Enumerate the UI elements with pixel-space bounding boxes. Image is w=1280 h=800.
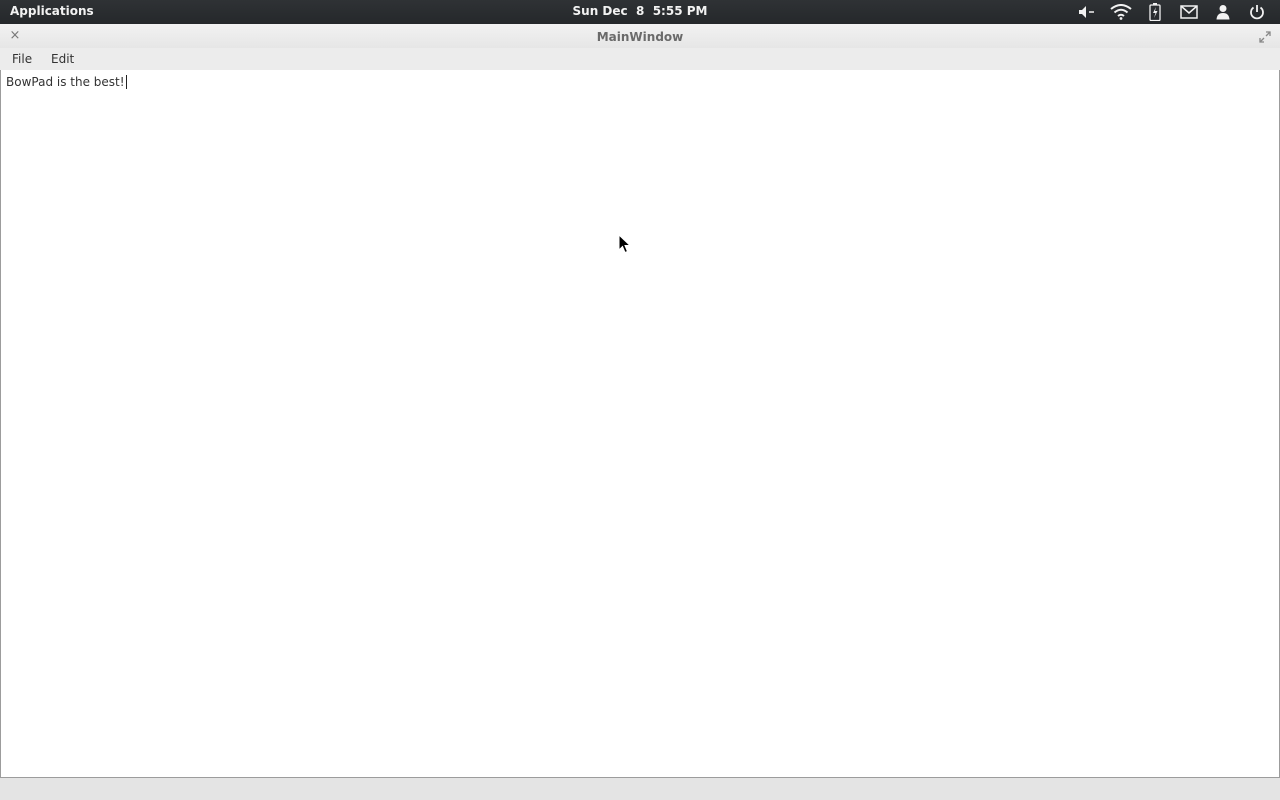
menu-edit[interactable]: Edit bbox=[49, 51, 76, 67]
session-indicator[interactable] bbox=[1240, 0, 1274, 24]
power-icon bbox=[1250, 5, 1264, 20]
volume-muted-icon bbox=[1079, 6, 1094, 18]
wifi-icon bbox=[1110, 4, 1132, 20]
main-window: × MainWindow File Edit BowPad is the bes… bbox=[0, 24, 1280, 800]
text-caret bbox=[125, 75, 127, 89]
restore-icon bbox=[1259, 31, 1271, 43]
mail-icon bbox=[1180, 5, 1198, 19]
status-bar bbox=[0, 778, 1280, 800]
messages-indicator[interactable] bbox=[1172, 0, 1206, 24]
text-editor[interactable]: BowPad is the best! bbox=[0, 70, 1280, 778]
user-indicator[interactable] bbox=[1206, 0, 1240, 24]
editor-text: BowPad is the best! bbox=[6, 75, 125, 89]
indicator-area bbox=[1070, 0, 1274, 24]
menu-file[interactable]: File bbox=[10, 51, 34, 67]
network-indicator[interactable] bbox=[1104, 0, 1138, 24]
window-titlebar[interactable]: × MainWindow bbox=[0, 24, 1280, 48]
top-panel: Applications Sun Dec 8 5:55 PM bbox=[0, 0, 1280, 24]
clock[interactable]: Sun Dec 8 5:55 PM bbox=[573, 4, 708, 18]
maximize-button[interactable] bbox=[1258, 29, 1272, 43]
user-icon bbox=[1216, 5, 1230, 20]
menu-bar: File Edit bbox=[0, 48, 1280, 71]
power-status-indicator[interactable] bbox=[1138, 0, 1172, 24]
applications-menu[interactable]: Applications bbox=[10, 4, 94, 18]
window-title: MainWindow bbox=[596, 30, 684, 44]
volume-indicator[interactable] bbox=[1070, 0, 1104, 24]
editor-line: BowPad is the best! bbox=[6, 75, 127, 89]
battery-icon bbox=[1149, 3, 1161, 21]
